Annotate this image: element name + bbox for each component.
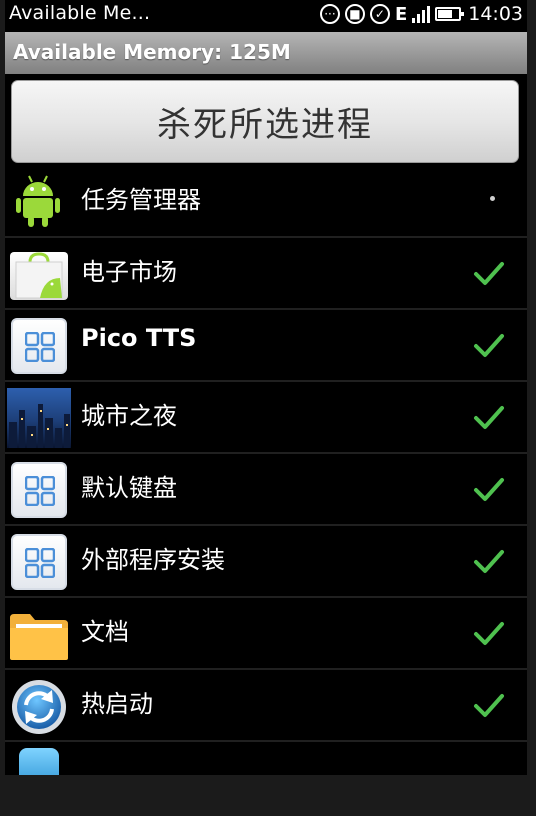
checkmark-icon[interactable] — [473, 620, 505, 648]
market-bag-icon — [10, 252, 68, 300]
list-item[interactable]: 城市之夜 — [5, 382, 527, 454]
list-item-partial[interactable] — [5, 742, 527, 775]
status-icons: ··· ■ ✓ E 14:03 — [319, 3, 523, 25]
list-item[interactable]: 任务管理器 — [5, 166, 527, 238]
process-label: 城市之夜 — [81, 402, 177, 430]
kill-selected-processes-button[interactable]: 杀死所选进程 — [11, 80, 519, 163]
list-item[interactable]: 热启动 — [5, 670, 527, 742]
process-label: 外部程序安装 — [81, 546, 225, 574]
stop-notification-icon: ■ — [344, 4, 365, 24]
available-memory-label: Available Memory: 125M — [13, 40, 291, 64]
process-label: 任务管理器 — [81, 186, 201, 214]
check-notification-icon: ✓ — [369, 4, 390, 24]
list-item[interactable]: 外部程序安装 — [5, 526, 527, 598]
checkmark-icon[interactable] — [473, 404, 505, 432]
status-bar: Available Me... ··· ■ ✓ E 14:03 — [5, 0, 527, 32]
process-label: 热启动 — [81, 690, 153, 718]
battery-icon — [435, 7, 465, 21]
folder-icon — [10, 614, 68, 660]
list-item[interactable]: Pico TTS — [5, 310, 527, 382]
default-app-icon — [11, 534, 67, 590]
refresh-icon — [12, 680, 66, 734]
edge-network-icon: E — [394, 3, 408, 25]
process-label: Pico TTS — [81, 324, 197, 352]
checkmark-icon[interactable] — [473, 548, 505, 576]
unselected-indicator-icon[interactable] — [490, 196, 495, 201]
checkmark-icon[interactable] — [473, 260, 505, 288]
checkmark-icon[interactable] — [473, 332, 505, 360]
process-label: 文档 — [81, 618, 129, 646]
process-label: 默认键盘 — [81, 474, 177, 502]
city-night-icon — [7, 388, 71, 448]
process-list: 任务管理器 电子市场 Pico TTS 城市之夜 默认键盘 外部程序安装 文档 … — [5, 166, 527, 775]
process-label: 电子市场 — [81, 258, 177, 286]
more-notification-icon: ··· — [319, 4, 340, 24]
default-app-icon — [11, 318, 67, 374]
title-bar: Available Memory: 125M — [5, 32, 527, 74]
list-item[interactable]: 文档 — [5, 598, 527, 670]
checkmark-icon[interactable] — [473, 692, 505, 720]
signal-strength-icon — [412, 5, 431, 23]
list-item[interactable]: 电子市场 — [5, 238, 527, 310]
checkmark-icon[interactable] — [473, 476, 505, 504]
phone-screen: Available Me... ··· ■ ✓ E 14:03 Availabl… — [5, 0, 527, 775]
status-time: 14:03 — [468, 3, 523, 25]
default-app-icon — [11, 462, 67, 518]
android-robot-icon — [16, 175, 60, 227]
list-item[interactable]: 默认键盘 — [5, 454, 527, 526]
partial-app-icon — [19, 748, 59, 775]
status-bar-title: Available Me... — [9, 2, 151, 24]
